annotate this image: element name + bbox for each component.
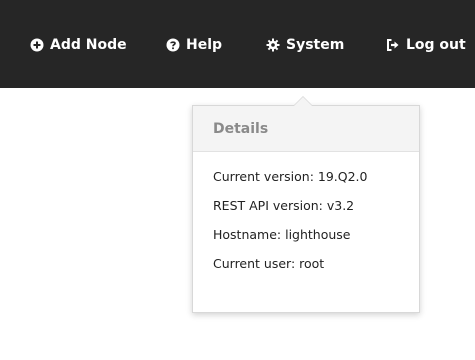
logout-label: Log out xyxy=(406,37,466,53)
logout-icon xyxy=(386,38,400,52)
question-circle-icon xyxy=(166,38,180,52)
dropdown-pointer-fill xyxy=(294,97,312,106)
top-navbar: Add Node Help System Log out xyxy=(0,0,475,88)
system-label: System xyxy=(286,37,345,53)
logout-button[interactable]: Log out xyxy=(386,34,466,56)
help-label: Help xyxy=(186,37,223,53)
rest-api-version-item: REST API version: v3.2 xyxy=(213,198,355,213)
add-node-button[interactable]: Add Node xyxy=(30,34,127,56)
help-button[interactable]: Help xyxy=(166,34,222,56)
details-list: Current version: 19.Q2.0 REST API versio… xyxy=(193,152,419,278)
system-button[interactable]: System xyxy=(266,34,344,56)
system-details-dropdown: Details Current version: 19.Q2.0 REST AP… xyxy=(192,96,420,313)
hostname-item: Hostname: lighthouse xyxy=(213,227,351,242)
current-version-item: Current version: 19.Q2.0 xyxy=(213,169,368,184)
gear-icon xyxy=(266,38,280,52)
dropdown-header: Details xyxy=(193,106,419,152)
add-node-label: Add Node xyxy=(50,37,127,53)
current-user-item: Current user: root xyxy=(213,256,325,271)
plus-circle-icon xyxy=(30,38,44,52)
